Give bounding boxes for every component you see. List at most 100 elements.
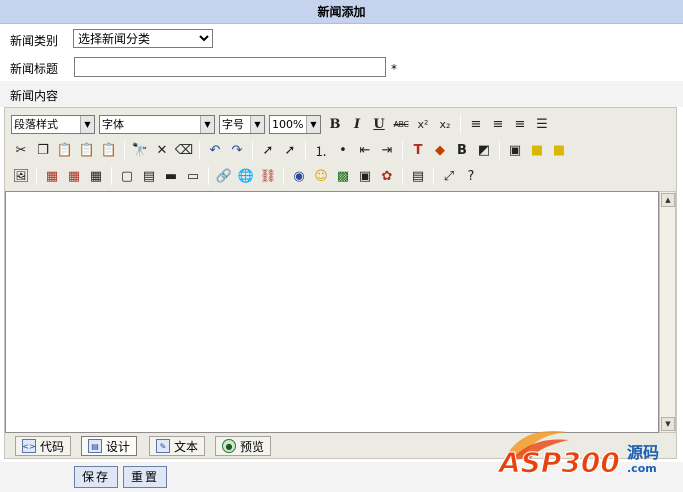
italic-icon[interactable]: I	[347, 114, 367, 134]
help-icon[interactable]: ?	[461, 166, 481, 186]
toolbar-separator	[199, 141, 200, 159]
code-icon: <>	[22, 439, 36, 453]
insert-emoticon-icon[interactable]: ☺	[311, 166, 331, 186]
design-icon: ▤	[88, 439, 102, 453]
mode-preview-button[interactable]: ● 预览	[215, 436, 272, 456]
preview-globe-icon: ●	[222, 439, 236, 453]
chevron-down-icon: ▼	[250, 115, 264, 133]
insert-link-icon[interactable]: 🔗	[214, 166, 234, 186]
title-row: 新闻标题 *	[0, 53, 683, 81]
toolbar-separator	[402, 167, 403, 185]
insert-table-icon[interactable]: ▦	[42, 166, 62, 186]
align-left-icon[interactable]: ≡	[466, 114, 486, 134]
mode-design-button[interactable]: ▤ 设计	[81, 436, 138, 456]
subscript-icon[interactable]: x₂	[435, 114, 455, 134]
insert-date-icon[interactable]: ▣	[355, 166, 375, 186]
toolbar-separator	[252, 141, 253, 159]
required-mark: *	[391, 62, 397, 76]
insert-anchor-icon[interactable]: 🌐	[236, 166, 256, 186]
insert-media-icon[interactable]: ◉	[289, 166, 309, 186]
indent-icon[interactable]: ⇥	[377, 140, 397, 160]
font-color-icon[interactable]: T	[408, 140, 428, 160]
toolbar-separator	[402, 141, 403, 159]
toolbar-separator	[208, 167, 209, 185]
content-row: 新闻内容	[0, 81, 683, 107]
editor-scrollbar[interactable]: ▲ ▼	[659, 191, 676, 433]
fullscreen-icon[interactable]: ⤢	[439, 166, 459, 186]
align-right-icon[interactable]: ≡	[510, 114, 530, 134]
insert-grid-icon[interactable]: ▦	[86, 166, 106, 186]
bold-icon[interactable]: B	[325, 114, 345, 134]
style-icon[interactable]: ◩	[474, 140, 494, 160]
select-all-icon[interactable]: ➚	[280, 140, 300, 160]
rich-text-editor: 段落样式 ▼ 字体 ▼ 字号 ▼ 100% ▼ B I U ABC x² x₂ …	[4, 107, 677, 459]
mode-preview-label: 预览	[240, 439, 265, 454]
background-color-icon[interactable]: B	[452, 140, 472, 160]
insert-excel-icon[interactable]: ▩	[333, 166, 353, 186]
insert-frame-icon[interactable]: ▢	[117, 166, 137, 186]
eraser-icon[interactable]: ⌫	[174, 140, 194, 160]
ordered-list-icon[interactable]: ⒈	[311, 140, 331, 160]
scroll-down-icon[interactable]: ▼	[661, 417, 675, 431]
unordered-list-icon[interactable]: •	[333, 140, 353, 160]
delete-icon[interactable]: ✕	[152, 140, 172, 160]
superscript-icon[interactable]: x²	[413, 114, 433, 134]
zoom-value: 100%	[272, 117, 304, 131]
title-input[interactable]	[74, 57, 386, 77]
page-title: 新闻添加	[0, 0, 683, 24]
mode-code-button[interactable]: <> 代码	[15, 436, 72, 456]
zoom-select[interactable]: 100% ▼	[269, 114, 321, 134]
insert-page-icon[interactable]: ▤	[139, 166, 159, 186]
category-row: 新闻类别 选择新闻分类	[0, 25, 683, 53]
paste-text-icon[interactable]: 📋	[77, 140, 97, 160]
font-size-select[interactable]: 字号 ▼	[219, 114, 265, 134]
cut-icon[interactable]: ✂	[11, 140, 31, 160]
underline-icon[interactable]: U	[369, 114, 389, 134]
select-pointer-icon[interactable]: ➚	[258, 140, 278, 160]
redo-icon[interactable]: ↷	[227, 140, 247, 160]
title-label: 新闻标题	[10, 62, 59, 76]
insert-image-icon[interactable]: 🖼	[11, 166, 31, 186]
toolbar-row-format: 段落样式 ▼ 字体 ▼ 字号 ▼ 100% ▼ B I U ABC x² x₂ …	[11, 111, 552, 137]
reset-button[interactable]: 重置	[123, 466, 167, 488]
paste-icon[interactable]: 📋	[55, 140, 75, 160]
content-label: 新闻内容	[10, 89, 59, 103]
align-justify-icon[interactable]: ☰	[532, 114, 552, 134]
chevron-down-icon: ▼	[80, 115, 94, 133]
strikethrough-icon[interactable]: ABC	[391, 114, 411, 134]
asp300-logo: ASP300 源码 .com	[497, 428, 659, 480]
border-icon[interactable]: ▣	[505, 140, 525, 160]
page-properties-icon[interactable]: ▤	[408, 166, 428, 186]
news-add-page: 新闻添加 新闻类别 选择新闻分类 新闻标题 * 新闻内容 段落样式 ▼ 字体 ▼…	[0, 0, 683, 492]
layer-absolute-icon[interactable]: ■	[549, 140, 569, 160]
mode-text-button[interactable]: ✎ 文本	[149, 436, 206, 456]
outdent-icon[interactable]: ⇤	[355, 140, 375, 160]
find-icon[interactable]: 🔭	[130, 140, 150, 160]
highlight-icon[interactable]: ◆	[430, 140, 450, 160]
paragraph-style-select[interactable]: 段落样式 ▼	[11, 114, 95, 134]
layer-icon[interactable]: ■	[527, 140, 547, 160]
svg-text:.com: .com	[627, 462, 657, 475]
toolbar-separator	[36, 167, 37, 185]
svg-text:源码: 源码	[627, 443, 659, 462]
paragraph-style-value: 段落样式	[14, 117, 58, 131]
copy-icon[interactable]: ❐	[33, 140, 53, 160]
editor-content-area[interactable]	[5, 191, 659, 433]
save-button[interactable]: 保存	[74, 466, 118, 488]
insert-form-icon[interactable]: ▦	[64, 166, 84, 186]
remove-link-icon[interactable]: ⛓	[258, 166, 278, 186]
toolbar-separator	[283, 167, 284, 185]
font-select[interactable]: 字体 ▼	[99, 114, 215, 134]
paste-word-icon[interactable]: 📋	[99, 140, 119, 160]
insert-special-icon[interactable]: ✿	[377, 166, 397, 186]
mode-design-label: 设计	[106, 439, 131, 454]
insert-field-icon[interactable]: ▭	[183, 166, 203, 186]
toolbar-separator	[499, 141, 500, 159]
align-center-icon[interactable]: ≡	[488, 114, 508, 134]
toolbar-row-edit: ✂ ❐ 📋 📋 📋 🔭 ✕ ⌫ ↶ ↷ ➚ ➚ ⒈ • ⇤ ⇥ T ◆ B ◩	[11, 137, 569, 163]
category-select[interactable]: 选择新闻分类	[73, 29, 213, 48]
undo-icon[interactable]: ↶	[205, 140, 225, 160]
toolbar-row-insert: 🖼 ▦ ▦ ▦ ▢ ▤ ▬ ▭ 🔗 🌐 ⛓ ◉ ☺ ▩ ▣ ✿ ▤ ⤢ ?	[11, 163, 481, 189]
scroll-up-icon[interactable]: ▲	[661, 193, 675, 207]
horizontal-rule-icon[interactable]: ▬	[161, 166, 181, 186]
